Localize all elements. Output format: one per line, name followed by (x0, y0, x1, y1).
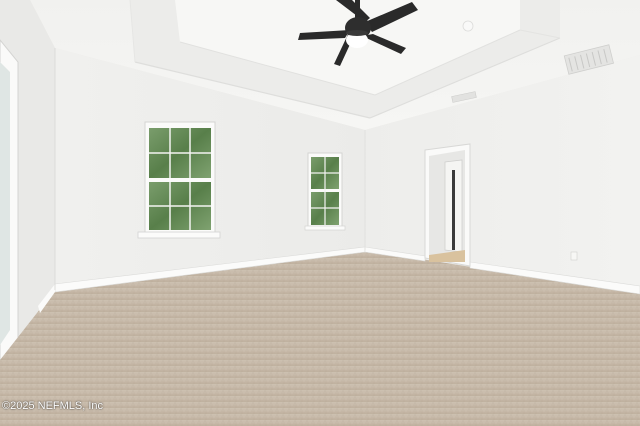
window-right (304, 152, 346, 231)
photo-watermark: ©2025 NEFMLS, Inc (2, 400, 104, 412)
smoke-detector (462, 20, 474, 32)
sliding-door-glass (0, 62, 10, 345)
window-left (137, 121, 221, 239)
wall-outlet (570, 251, 578, 261)
room-photo (0, 0, 640, 426)
doorway (424, 143, 471, 267)
